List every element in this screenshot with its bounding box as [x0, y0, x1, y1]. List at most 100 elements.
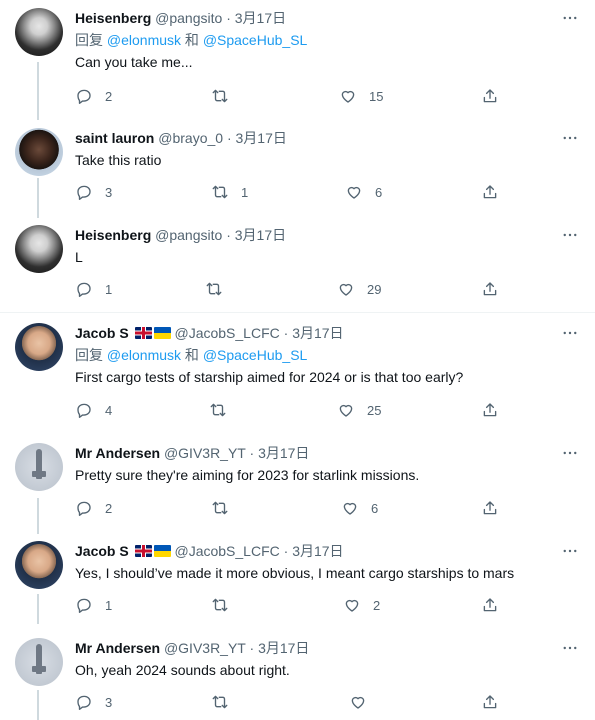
tweet-text: Yes, I should’ve made it more obvious, I… [75, 565, 515, 581]
tweet-content: Mr Andersen @GIV3R_YT · 3月17日 Oh, yeah 2… [75, 639, 575, 679]
share-button[interactable] [481, 692, 499, 712]
retweet-button[interactable] [209, 400, 239, 420]
timestamp[interactable]: 3月17日 [292, 543, 343, 559]
uk-flag-icon [134, 545, 152, 557]
avatar[interactable] [15, 443, 63, 491]
retweet-button[interactable] [211, 692, 241, 712]
author-name[interactable]: Heisenberg [75, 227, 151, 243]
tweet-header: Heisenberg @pangsito · 3月17日 [75, 226, 575, 244]
like-button[interactable]: 15 [339, 86, 383, 106]
author-handle[interactable]: @pangsito [155, 227, 222, 243]
ukraine-flag-icon [153, 545, 171, 557]
author-name[interactable]: Jacob S [75, 543, 129, 559]
reply-icon [77, 185, 91, 200]
author-name[interactable]: saint lauron [75, 130, 154, 146]
mention-link[interactable]: @elonmusk [107, 347, 181, 363]
share-button[interactable] [481, 182, 499, 202]
timestamp[interactable]: 3月17日 [258, 640, 309, 656]
author-name[interactable]: Mr Andersen [75, 445, 160, 461]
more-icon[interactable] [560, 443, 580, 463]
timestamp[interactable]: 3月17日 [258, 445, 309, 461]
more-icon[interactable] [560, 225, 580, 245]
author-name[interactable]: Mr Andersen [75, 640, 160, 656]
reply-count: 1 [105, 597, 113, 613]
tweet-actions: 2 6 [75, 498, 515, 518]
reply-button[interactable]: 2 [75, 498, 112, 518]
reply-button[interactable]: 2 [75, 86, 112, 106]
avatar[interactable] [15, 323, 63, 371]
rocket-icon [32, 449, 46, 479]
retweet-button[interactable] [211, 86, 241, 106]
avatar[interactable] [15, 128, 63, 176]
reply-button[interactable]: 1 [75, 279, 112, 299]
ukraine-flag-icon [153, 327, 171, 339]
retweet-icon [212, 89, 228, 103]
share-button[interactable] [481, 400, 499, 420]
thread-line [37, 62, 39, 120]
reply-and: 和 [181, 32, 203, 48]
reply-icon [77, 282, 91, 297]
mention-link[interactable]: @elonmusk [107, 32, 181, 48]
tweet-header: Jacob S @JacobS_LCFC · 3月17日 [75, 542, 575, 560]
tweet-header: Heisenberg @pangsito · 3月17日 [75, 9, 575, 27]
reply-prefix: 回复 [75, 32, 107, 48]
separator: · [226, 130, 232, 146]
author-handle[interactable]: @GIV3R_YT [164, 640, 246, 656]
author-handle[interactable]: @brayo_0 [158, 130, 223, 146]
tweet-text: L [75, 249, 83, 265]
share-button[interactable] [481, 279, 499, 299]
author-handle[interactable]: @JacobS_LCFC [174, 543, 279, 559]
more-icon[interactable] [560, 638, 580, 658]
avatar[interactable] [15, 225, 63, 273]
thread-line [37, 594, 39, 624]
author-handle[interactable]: @pangsito [155, 10, 222, 26]
mention-link[interactable]: @SpaceHub_SL [203, 32, 308, 48]
like-button[interactable] [349, 692, 379, 712]
timestamp[interactable]: 3月17日 [235, 10, 286, 26]
reply-icon [77, 501, 91, 516]
more-icon[interactable] [560, 541, 580, 561]
reply-button[interactable]: 3 [75, 182, 112, 202]
author-name[interactable]: Jacob S [75, 325, 129, 341]
timestamp[interactable]: 3月17日 [235, 227, 286, 243]
mention-link[interactable]: @SpaceHub_SL [203, 347, 308, 363]
avatar[interactable] [15, 638, 63, 686]
reply-count: 4 [105, 402, 113, 418]
retweet-button[interactable] [211, 595, 241, 615]
author-name[interactable]: Heisenberg [75, 10, 151, 26]
reply-button[interactable]: 4 [75, 400, 112, 420]
timestamp[interactable]: 3月17日 [292, 325, 343, 341]
reply-and: 和 [181, 347, 203, 363]
tweet-actions: 4 25 [75, 400, 515, 420]
like-button[interactable]: 6 [341, 498, 378, 518]
tweet-text: Oh, yeah 2024 sounds about right. [75, 662, 290, 678]
like-button[interactable]: 29 [337, 279, 381, 299]
like-count: 25 [367, 402, 382, 418]
like-count: 15 [369, 88, 384, 104]
replying-to: 回复 @elonmusk 和 @SpaceHub_SL [75, 346, 575, 364]
reply-button[interactable]: 1 [75, 595, 112, 615]
author-handle[interactable]: @GIV3R_YT [164, 445, 246, 461]
more-icon[interactable] [560, 8, 580, 28]
share-button[interactable] [481, 86, 499, 106]
retweet-count: 1 [241, 184, 249, 200]
separator: · [283, 543, 289, 559]
retweet-button[interactable] [211, 498, 241, 518]
tweet-actions: 1 29 [75, 279, 515, 299]
like-button[interactable]: 2 [343, 595, 380, 615]
author-handle[interactable]: @JacobS_LCFC [174, 325, 279, 341]
timestamp[interactable]: 3月17日 [236, 130, 287, 146]
more-icon[interactable] [560, 128, 580, 148]
retweet-button[interactable]: 1 [211, 182, 248, 202]
retweet-icon [206, 282, 222, 296]
reply-button[interactable]: 3 [75, 692, 112, 712]
like-button[interactable]: 25 [337, 400, 381, 420]
reply-count: 3 [105, 694, 113, 710]
retweet-button[interactable] [205, 279, 235, 299]
avatar[interactable] [15, 8, 63, 56]
share-button[interactable] [481, 498, 499, 518]
more-icon[interactable] [560, 323, 580, 343]
avatar[interactable] [15, 541, 63, 589]
like-button[interactable]: 6 [345, 182, 382, 202]
share-button[interactable] [481, 595, 499, 615]
